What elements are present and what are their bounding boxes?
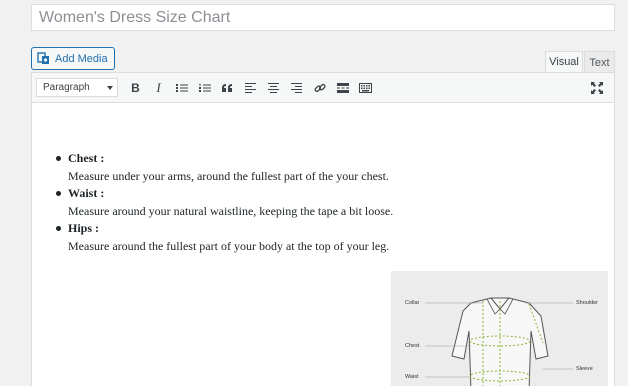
link-icon <box>314 83 326 92</box>
list-item-desc: Measure around your natural waistline, k… <box>68 203 394 218</box>
list-item: Hips : Measure around the fullest part o… <box>54 220 614 255</box>
list-item-term: Chest : <box>68 151 105 165</box>
label-waist: Waist <box>405 374 419 380</box>
list-item: Waist : Measure around your natural wais… <box>54 185 614 220</box>
read-more-button[interactable] <box>331 78 354 98</box>
format-select[interactable]: Paragraph <box>36 78 118 97</box>
list-item-term: Waist : <box>68 186 105 200</box>
bold-icon: B <box>131 80 140 95</box>
add-media-label: Add Media <box>55 52 108 65</box>
bulleted-list-icon <box>175 83 188 92</box>
italic-button[interactable]: I <box>147 78 170 98</box>
label-sleeve: Sleeve <box>576 366 593 372</box>
label-chest: Chest <box>405 343 420 349</box>
tab-text[interactable]: Text <box>584 51 615 73</box>
fullscreen-button[interactable] <box>585 78 608 98</box>
link-button[interactable] <box>308 78 331 98</box>
italic-icon: I <box>156 79 161 95</box>
add-media-icon <box>37 52 49 64</box>
list-item: Chest : Measure under your arms, around … <box>54 150 614 185</box>
list-item-desc: Measure around the fullest part of your … <box>68 238 390 253</box>
read-more-icon <box>336 82 349 93</box>
align-center-button[interactable] <box>262 78 285 98</box>
blockquote-button[interactable] <box>216 78 239 98</box>
align-right-button[interactable] <box>285 78 308 98</box>
tab-visual[interactable]: Visual <box>545 51 583 73</box>
format-select-value: Paragraph <box>43 82 90 93</box>
editor: Paragraph B I Chest: Measure under your… <box>31 72 615 386</box>
measurement-list: Chest : Measure under your arms, around … <box>54 150 614 255</box>
align-left-button[interactable] <box>239 78 262 98</box>
toolbar-toggle-icon <box>359 82 372 93</box>
bold-button[interactable]: B <box>124 78 147 98</box>
size-chart-image[interactable]: Collar Shoulder Chest Sleeve Waist <box>391 271 608 386</box>
label-shoulder: Shoulder <box>576 300 599 306</box>
blockquote-icon <box>222 83 232 92</box>
bulleted-list-button[interactable] <box>170 78 193 98</box>
align-right-icon <box>291 82 302 93</box>
align-center-icon <box>268 82 279 93</box>
list-item-term: Hips : <box>68 221 100 235</box>
list-item-desc: Measure under your arms, around the full… <box>68 168 389 183</box>
add-media-button[interactable]: Add Media <box>31 47 115 70</box>
fullscreen-icon <box>590 82 603 94</box>
numbered-list-button[interactable] <box>193 78 216 98</box>
label-collar: Collar <box>405 300 420 306</box>
post-title-input[interactable]: Women's Dress Size Chart <box>31 4 615 31</box>
numbered-list-icon <box>198 83 211 92</box>
editor-toolbar: Paragraph B I <box>32 73 614 103</box>
chevron-down-icon <box>107 85 113 90</box>
align-left-icon <box>245 82 256 93</box>
editor-content[interactable]: Chest : Measure under your arms, around … <box>32 103 614 255</box>
toolbar-toggle-button[interactable] <box>354 78 377 98</box>
